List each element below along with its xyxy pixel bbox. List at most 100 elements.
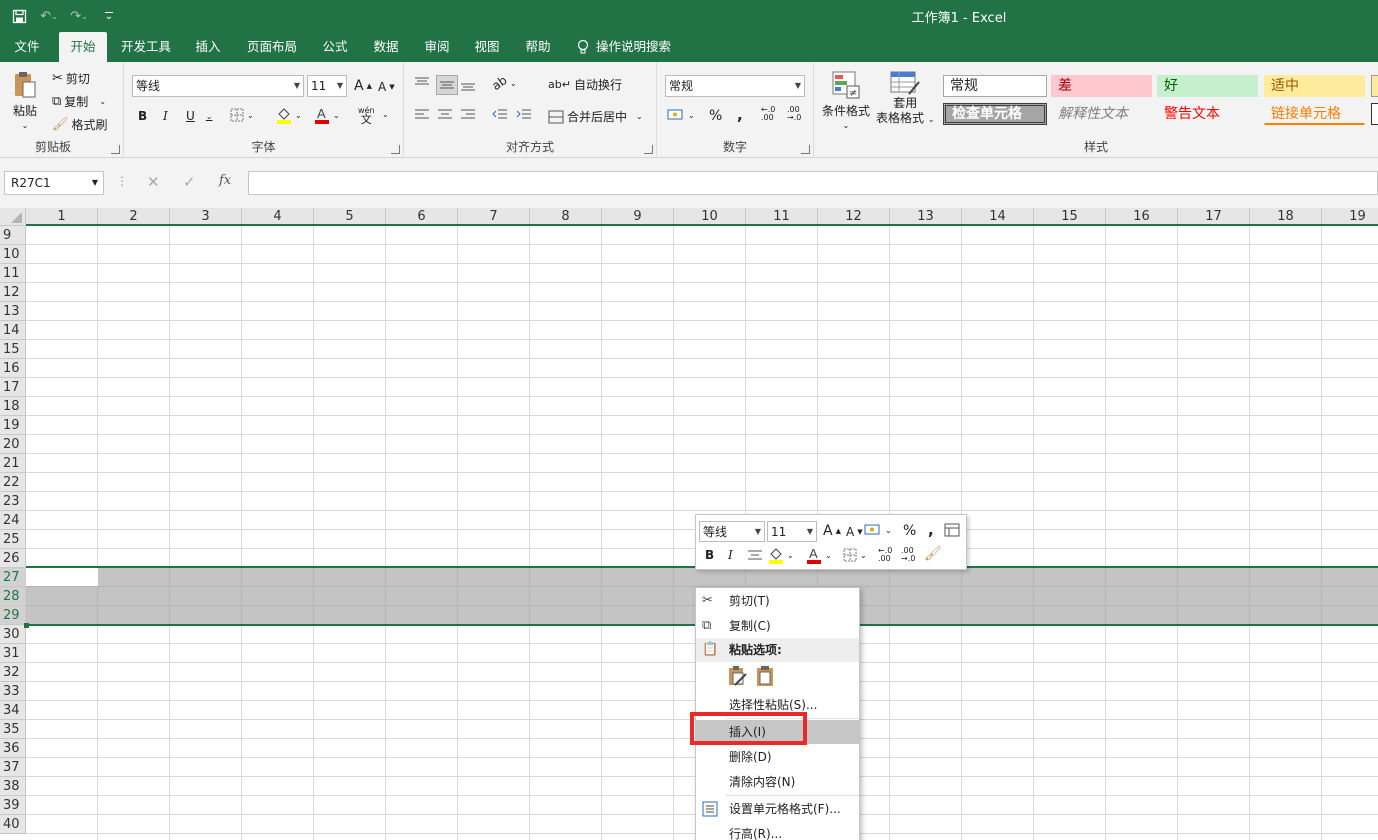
merge-center-button[interactable]: 合并后居中 ⌄: [548, 108, 643, 125]
select-all-corner[interactable]: [0, 208, 26, 226]
style-bad[interactable]: 差: [1051, 75, 1152, 97]
percent-button[interactable]: %: [709, 108, 722, 124]
increase-decimal-button[interactable]: ←.0.00: [761, 106, 775, 122]
mini-decrease-decimal-button[interactable]: .00 →.0: [901, 547, 915, 563]
row-header[interactable]: 23: [0, 492, 26, 511]
menu-item-format-cells[interactable]: 设置单元格格式(F)...: [696, 797, 859, 821]
align-bottom-button[interactable]: [460, 76, 476, 92]
underline-button[interactable]: U ⌄: [186, 109, 213, 123]
mini-brush-button[interactable]: 🖌: [924, 546, 942, 562]
phonetic-button[interactable]: wén 文: [358, 106, 375, 125]
row-header[interactable]: 20: [0, 435, 26, 454]
tab-home[interactable]: 开始: [59, 32, 107, 62]
tab-formulas[interactable]: 公式: [315, 32, 355, 62]
number-format-select[interactable]: 常规 ▼: [665, 75, 805, 97]
tab-review[interactable]: 审阅: [417, 32, 457, 62]
format-painter-button[interactable]: 🖌 格式刷: [52, 116, 108, 133]
font-color-button[interactable]: A ⌄: [314, 106, 340, 124]
align-right-button[interactable]: [460, 108, 476, 122]
mini-center-button[interactable]: [747, 548, 763, 562]
font-name-select[interactable]: 等线 ▼: [132, 75, 304, 97]
mini-borders-button[interactable]: ⌄: [843, 548, 867, 562]
row-header[interactable]: 34: [0, 701, 26, 720]
row-header[interactable]: 33: [0, 682, 26, 701]
tell-me-search[interactable]: 操作说明搜索: [576, 32, 686, 62]
row-header[interactable]: 26: [0, 549, 26, 568]
row-header[interactable]: 31: [0, 644, 26, 663]
style-more-top[interactable]: [1371, 75, 1378, 97]
name-box[interactable]: R27C1 ▼: [4, 171, 104, 195]
style-linked-cell[interactable]: 链接单元格: [1264, 103, 1365, 125]
mini-grow-font-button[interactable]: A ▲: [823, 523, 841, 539]
row-header[interactable]: 27: [0, 568, 26, 587]
row-header[interactable]: 13: [0, 302, 26, 321]
paste-button[interactable]: 粘贴 ⌄: [10, 70, 40, 130]
style-normal[interactable]: 常规: [943, 75, 1047, 97]
row-header[interactable]: 19: [0, 416, 26, 435]
row-header[interactable]: 40: [0, 815, 26, 834]
mini-percent-button[interactable]: %: [903, 523, 916, 539]
row-header[interactable]: 37: [0, 758, 26, 777]
menu-item-cut[interactable]: ✂ 剪切(T): [696, 589, 859, 613]
number-launcher-icon[interactable]: [801, 145, 810, 154]
row-header[interactable]: 39: [0, 796, 26, 815]
row-header[interactable]: 21: [0, 454, 26, 473]
tab-view[interactable]: 视图: [467, 32, 507, 62]
row-header[interactable]: 12: [0, 283, 26, 302]
bold-button[interactable]: B: [138, 109, 147, 123]
row-header[interactable]: 18: [0, 397, 26, 416]
mini-bold-button[interactable]: B: [705, 548, 714, 562]
align-left-button[interactable]: [414, 108, 430, 122]
accounting-format-button[interactable]: ⌄: [667, 108, 695, 122]
menu-item-copy[interactable]: ⧉ 复制(C): [696, 614, 859, 638]
mini-shrink-font-button[interactable]: A ▼: [846, 525, 863, 539]
mini-size-select[interactable]: 11 ▼: [767, 521, 817, 542]
paste-option-paste[interactable]: [754, 665, 776, 687]
row-header[interactable]: 35: [0, 720, 26, 739]
borders-button[interactable]: ⌄: [230, 108, 254, 122]
cut-button[interactable]: ✂ 剪切: [52, 70, 90, 87]
font-launcher-icon[interactable]: [391, 145, 400, 154]
mini-font-color-button[interactable]: A ⌄: [806, 546, 832, 564]
align-middle-button[interactable]: [436, 75, 458, 95]
menu-item-row-height[interactable]: 行高(R)...: [696, 822, 859, 840]
style-neutral[interactable]: 适中: [1264, 75, 1365, 97]
mini-fill-color-button[interactable]: ⌄: [768, 546, 794, 564]
row-header[interactable]: 14: [0, 321, 26, 340]
tab-developer[interactable]: 开发工具: [113, 32, 179, 62]
mini-increase-decimal-button[interactable]: ←.0.00: [878, 547, 892, 563]
row-header[interactable]: 15: [0, 340, 26, 359]
formula-bar-splitter-icon[interactable]: ⋮: [116, 174, 128, 188]
row-header[interactable]: 24: [0, 511, 26, 530]
format-as-table-button[interactable]: 套用 表格格式 ⌄: [876, 70, 935, 127]
insert-function-icon[interactable]: fx: [219, 173, 231, 188]
mini-comma-button[interactable]: ,: [928, 521, 934, 539]
clipboard-launcher-icon[interactable]: [111, 145, 120, 154]
formula-input[interactable]: [248, 171, 1378, 195]
row-header[interactable]: 22: [0, 473, 26, 492]
cancel-icon[interactable]: ✕: [147, 173, 160, 191]
wrap-text-button[interactable]: ab↵ 自动换行: [548, 76, 622, 93]
row-header[interactable]: 16: [0, 359, 26, 378]
row-header[interactable]: 28: [0, 587, 26, 606]
mini-font-select[interactable]: 等线 ▼: [699, 521, 765, 542]
font-size-select[interactable]: 11 ▼: [307, 75, 347, 97]
copy-button[interactable]: ⧉ 复制 ⌄: [52, 93, 106, 110]
row-header[interactable]: 36: [0, 739, 26, 758]
row-header[interactable]: 11: [0, 264, 26, 283]
row-header[interactable]: 10: [0, 245, 26, 264]
menu-item-delete[interactable]: 删除(D): [696, 745, 859, 769]
tab-insert[interactable]: 插入: [188, 32, 228, 62]
italic-button[interactable]: I: [163, 109, 168, 123]
row-header[interactable]: 25: [0, 530, 26, 549]
row-header[interactable]: 30: [0, 625, 26, 644]
shrink-font-button[interactable]: A ▼: [378, 80, 395, 94]
paste-option-keep-format[interactable]: [726, 665, 748, 687]
row-header[interactable]: 32: [0, 663, 26, 682]
grow-font-button[interactable]: A ▲: [354, 78, 372, 94]
style-good[interactable]: 好: [1157, 75, 1258, 97]
align-top-button[interactable]: [414, 76, 430, 90]
fill-color-button[interactable]: ⌄: [276, 106, 302, 124]
fill-handle[interactable]: [24, 623, 29, 628]
style-warning[interactable]: 警告文本: [1157, 103, 1258, 125]
